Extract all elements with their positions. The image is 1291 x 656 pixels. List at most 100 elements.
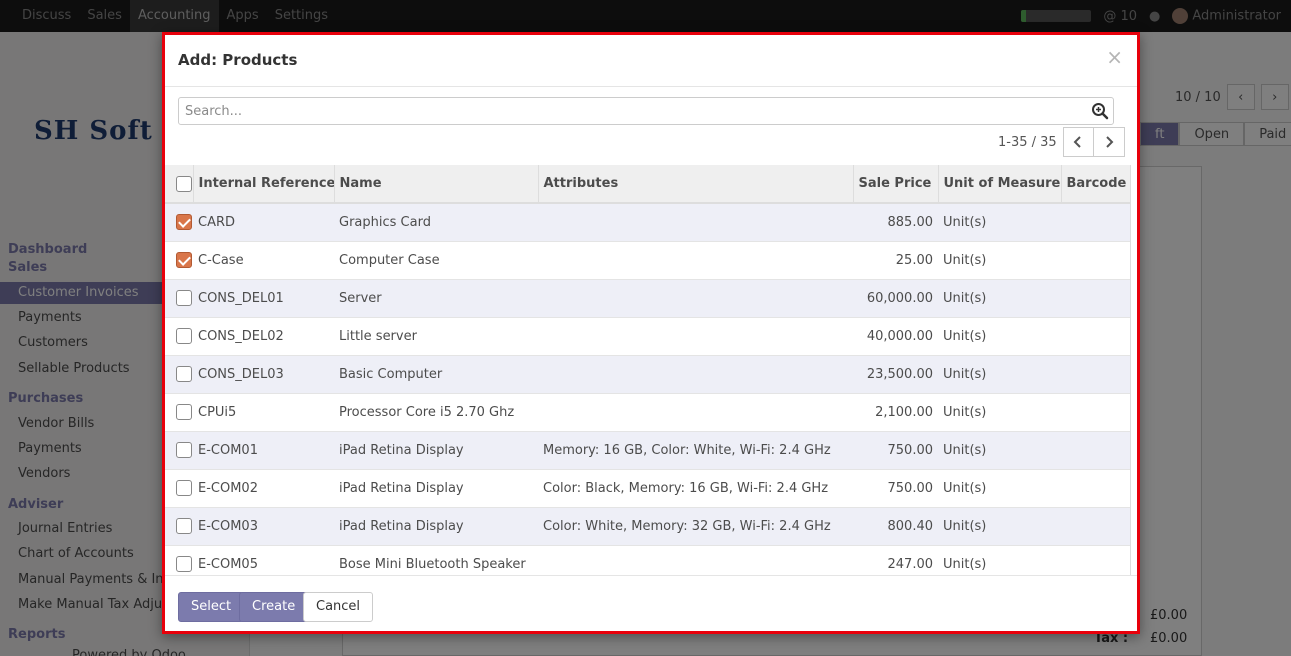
- cell-internal-reference: E-COM05: [193, 544, 334, 575]
- row-select-cell: [165, 392, 193, 431]
- table-row[interactable]: CONS_DEL02 Little server 40,000.00 Unit(s): [165, 316, 1130, 355]
- search-icon[interactable]: [1091, 102, 1109, 120]
- cell-unit-of-measure: Unit(s): [938, 316, 1061, 355]
- row-checkbox[interactable]: [176, 556, 192, 573]
- row-checkbox[interactable]: [176, 328, 192, 344]
- cell-barcode: [1061, 316, 1130, 355]
- cell-internal-reference: CONS_DEL01: [193, 278, 334, 317]
- table-row[interactable]: C-Case Computer Case 25.00 Unit(s): [165, 240, 1130, 279]
- row-checkbox[interactable]: [176, 480, 192, 496]
- cell-barcode: [1061, 278, 1130, 317]
- row-select-cell: [165, 278, 193, 317]
- dialog-header: Add: Products ×: [165, 35, 1137, 87]
- cell-attributes: [538, 392, 853, 431]
- cell-barcode: [1061, 506, 1130, 545]
- table-row[interactable]: CARD Graphics Card 885.00 Unit(s): [165, 202, 1130, 241]
- cell-internal-reference: C-Case: [193, 240, 334, 279]
- row-select-cell: [165, 354, 193, 393]
- cell-barcode: [1061, 354, 1130, 393]
- dialog-footer: Select Create Cancel: [165, 575, 1137, 631]
- cell-unit-of-measure: Unit(s): [938, 240, 1061, 279]
- cell-name: Computer Case: [334, 240, 538, 279]
- select-all-cell: [165, 165, 193, 204]
- cell-sale-price: 750.00: [853, 430, 938, 469]
- row-checkbox[interactable]: [176, 366, 192, 382]
- table-row[interactable]: CONS_DEL03 Basic Computer 23,500.00 Unit(s): [165, 354, 1130, 393]
- pager-value[interactable]: 1-35 / 35: [998, 135, 1057, 150]
- column-header-barcode[interactable]: Barcode: [1060, 165, 1130, 204]
- column-header-attributes[interactable]: Attributes: [537, 165, 853, 204]
- cell-attributes: [538, 544, 853, 575]
- cell-sale-price: 750.00: [853, 468, 938, 507]
- table-header-row: Internal Reference Name Attributes Sale …: [165, 165, 1130, 204]
- cell-internal-reference: E-COM02: [193, 468, 334, 507]
- row-checkbox[interactable]: [176, 518, 192, 534]
- close-icon[interactable]: ×: [1106, 47, 1123, 67]
- search-box: [178, 97, 1114, 125]
- pager-previous-button[interactable]: [1062, 127, 1094, 157]
- cancel-button[interactable]: Cancel: [303, 592, 374, 622]
- cell-name: Graphics Card: [334, 202, 538, 241]
- pager-next-button[interactable]: [1093, 127, 1125, 157]
- search-input[interactable]: [179, 98, 1079, 124]
- select-button[interactable]: Select: [178, 592, 245, 622]
- row-checkbox[interactable]: [176, 290, 192, 306]
- cell-sale-price: 885.00: [853, 202, 938, 241]
- table-row[interactable]: E-COM03 iPad Retina Display Color: White, …: [165, 506, 1130, 545]
- column-header-internal-reference[interactable]: Internal Reference: [192, 165, 334, 204]
- cell-attributes: Memory: 16 GB, Color: White, Wi-Fi: 2.4 …: [538, 430, 853, 469]
- table-row[interactable]: E-COM05 Bose Mini Bluetooth Speaker 247.00…: [165, 544, 1130, 575]
- column-header-sale-price[interactable]: Sale Price: [852, 165, 938, 204]
- create-button[interactable]: Create: [239, 592, 309, 622]
- cell-name: Server: [334, 278, 538, 317]
- cell-attributes: [538, 240, 853, 279]
- chevron-right-icon: [1105, 136, 1114, 148]
- cell-internal-reference: CONS_DEL03: [193, 354, 334, 393]
- row-checkbox[interactable]: [176, 442, 192, 458]
- chevron-left-icon: [1073, 136, 1081, 148]
- cell-barcode: [1061, 240, 1130, 279]
- cell-unit-of-measure: Unit(s): [938, 354, 1061, 393]
- row-select-cell: [165, 316, 193, 355]
- table-row[interactable]: CPUi5 Processor Core i5 2.70 Ghz 2,100.00 U…: [165, 392, 1130, 431]
- row-checkbox[interactable]: [176, 252, 192, 268]
- table-row[interactable]: E-COM01 iPad Retina Display Memory: 16 GB,…: [165, 430, 1130, 469]
- cell-name: Little server: [334, 316, 538, 355]
- select-all-checkbox[interactable]: [176, 175, 192, 192]
- cell-sale-price: 40,000.00: [853, 316, 938, 355]
- cell-sale-price: 23,500.00: [853, 354, 938, 393]
- cell-name: iPad Retina Display: [334, 430, 538, 469]
- cell-internal-reference: CPUi5: [193, 392, 334, 431]
- add-products-dialog: Add: Products × 1-35 / 35 Int: [162, 32, 1140, 634]
- row-select-cell: [165, 202, 193, 241]
- cell-barcode: [1061, 392, 1130, 431]
- column-header-name[interactable]: Name: [333, 165, 538, 204]
- cell-unit-of-measure: Unit(s): [938, 392, 1061, 431]
- cell-unit-of-measure: Unit(s): [938, 202, 1061, 241]
- column-header-unit-of-measure[interactable]: Unit of Measure: [937, 165, 1061, 204]
- cell-barcode: [1061, 430, 1130, 469]
- products-table: Internal Reference Name Attributes Sale …: [165, 165, 1130, 575]
- cell-unit-of-measure: Unit(s): [938, 430, 1061, 469]
- row-checkbox[interactable]: [176, 404, 192, 420]
- row-select-cell: [165, 430, 193, 469]
- cell-internal-reference: E-COM03: [193, 506, 334, 545]
- cell-barcode: [1061, 202, 1130, 241]
- cell-attributes: [538, 316, 853, 355]
- cell-attributes: Color: Black, Memory: 16 GB, Wi-Fi: 2.4 …: [538, 468, 853, 507]
- cell-attributes: [538, 278, 853, 317]
- cell-internal-reference: E-COM01: [193, 430, 334, 469]
- cell-barcode: [1061, 544, 1130, 575]
- table-row[interactable]: E-COM02 iPad Retina Display Color: Black, …: [165, 468, 1130, 507]
- row-select-cell: [165, 468, 193, 507]
- cell-name: iPad Retina Display: [334, 506, 538, 545]
- cell-internal-reference: CONS_DEL02: [193, 316, 334, 355]
- cell-sale-price: 800.40: [853, 506, 938, 545]
- row-checkbox[interactable]: [176, 214, 192, 231]
- cell-name: Processor Core i5 2.70 Ghz: [334, 392, 538, 431]
- cell-unit-of-measure: Unit(s): [938, 468, 1061, 507]
- row-select-cell: [165, 544, 193, 575]
- products-table-wrap[interactable]: Internal Reference Name Attributes Sale …: [165, 165, 1131, 575]
- table-row[interactable]: CONS_DEL01 Server 60,000.00 Unit(s): [165, 278, 1130, 317]
- cell-name: Bose Mini Bluetooth Speaker: [334, 544, 538, 575]
